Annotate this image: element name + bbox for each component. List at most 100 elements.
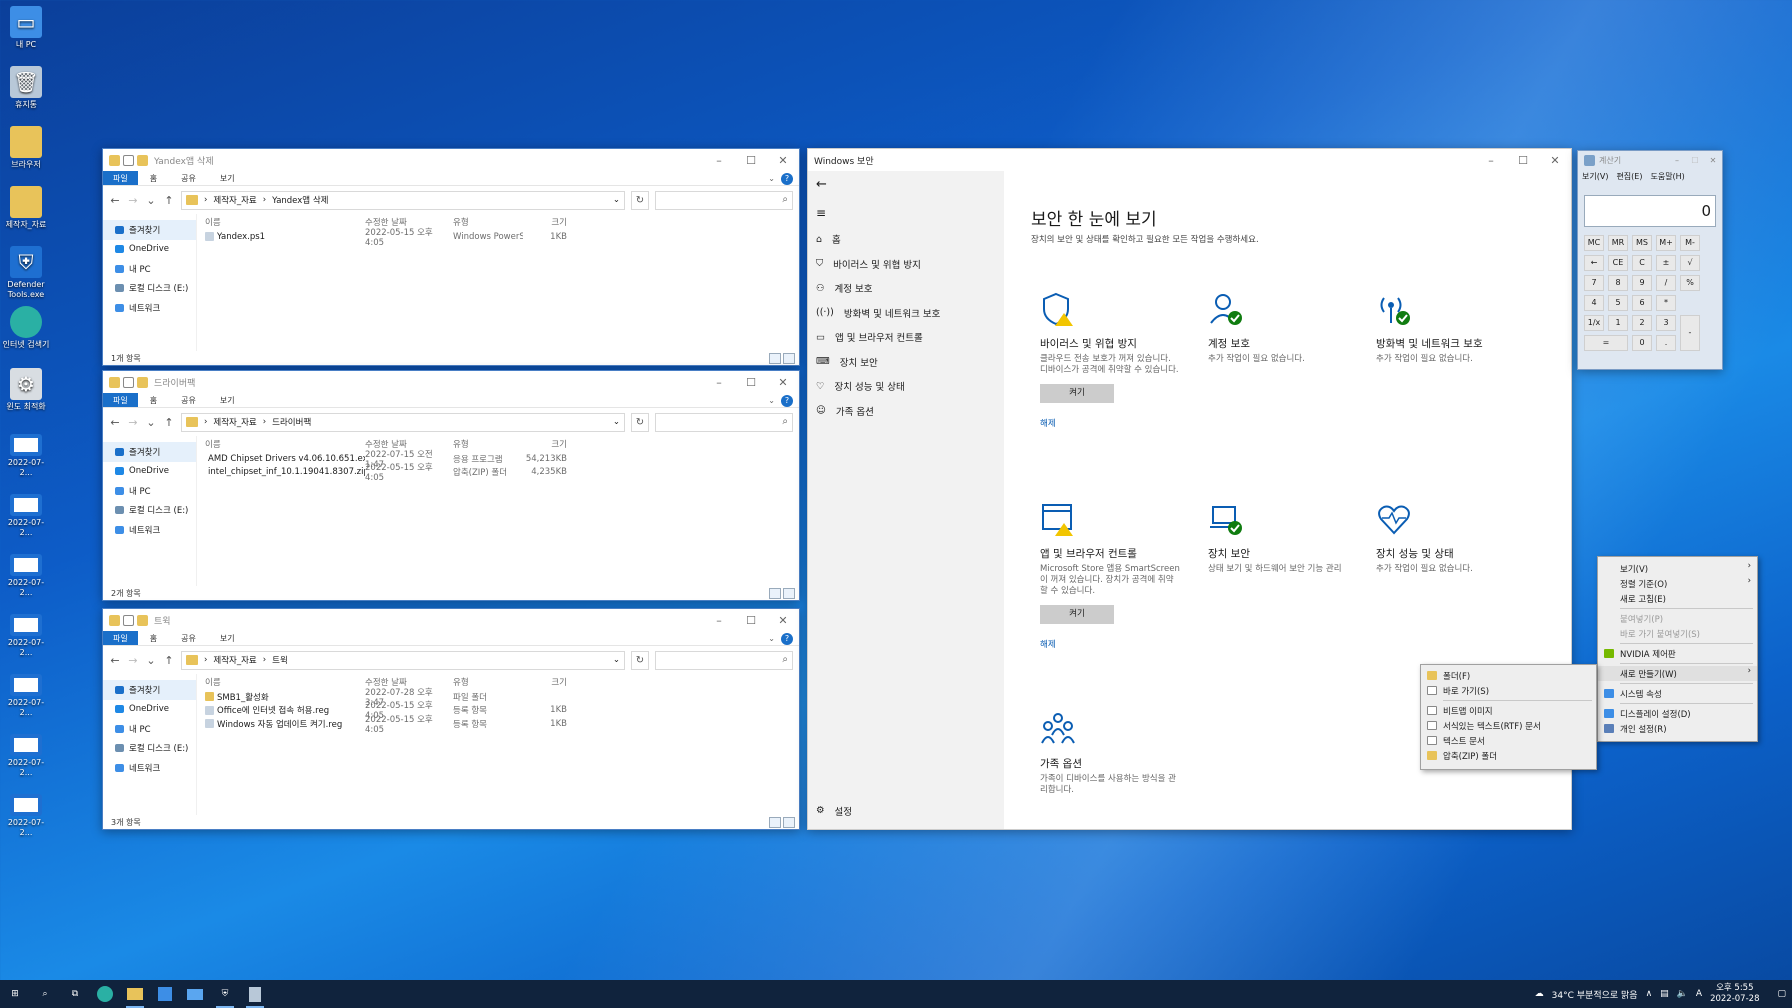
breadcrumb-item[interactable]: Yandex앱 삭제 bbox=[272, 194, 328, 206]
submenu-item-shortcut[interactable]: 바로 가기(S) bbox=[1421, 683, 1596, 698]
menu-item-nvidia[interactable]: NVIDIA 제어판 bbox=[1598, 646, 1757, 661]
help-icon[interactable]: ? bbox=[781, 633, 793, 645]
menu-item-personalize[interactable]: 개인 설정(R) bbox=[1598, 721, 1757, 736]
sec-nav-family[interactable]: ☺ 가족 옵션 bbox=[808, 399, 1004, 424]
breadcrumb-item[interactable]: 제작자_자료 bbox=[213, 194, 256, 206]
calculator-key[interactable]: C bbox=[1632, 255, 1652, 271]
taskbar-calculator[interactable] bbox=[240, 980, 270, 1008]
nav-network[interactable]: 네트워크 bbox=[103, 520, 196, 540]
new-folder-icon[interactable] bbox=[137, 376, 148, 388]
taskbar-mail[interactable] bbox=[180, 980, 210, 1008]
calculator-key[interactable]: 1 bbox=[1608, 315, 1628, 331]
calculator-key[interactable]: MR bbox=[1608, 235, 1628, 251]
calculator-key[interactable]: . bbox=[1656, 335, 1676, 351]
address-dropdown-icon[interactable]: ⌄ bbox=[613, 195, 624, 205]
desktop-icon-capture-1[interactable]: 2022-07-2... bbox=[2, 434, 50, 478]
sec-nav-app-browser[interactable]: ▭ 앱 및 브라우저 컨트롤 bbox=[808, 325, 1004, 350]
card-account[interactable]: 계정 보호 추가 작업이 필요 없습니다. bbox=[1208, 291, 1348, 461]
calculator-key[interactable]: 7 bbox=[1584, 275, 1604, 291]
menu-item-system-properties[interactable]: 시스템 속성 bbox=[1598, 686, 1757, 701]
maximize-button[interactable]: ☐ bbox=[735, 614, 767, 627]
ribbon-tab-file[interactable]: 파일 bbox=[103, 171, 138, 185]
nav-local-disk-e[interactable]: 로컬 디스크 (E:) bbox=[103, 279, 196, 299]
ribbon-tab-home[interactable]: 홈 bbox=[138, 631, 169, 645]
calculator-key[interactable]: 9 bbox=[1632, 275, 1652, 291]
details-view-icon[interactable] bbox=[769, 588, 781, 599]
desktop-icon-defender-tools[interactable]: ⛨ Defender Tools.exe bbox=[2, 246, 50, 300]
turn-on-button[interactable]: 켜기 bbox=[1040, 605, 1114, 624]
explorer-titlebar[interactable]: 드라이버팩 – ☐ ✕ bbox=[103, 371, 799, 393]
menu-item-refresh[interactable]: 새로 고침(E) bbox=[1598, 591, 1757, 606]
menu-item-display-settings[interactable]: 디스플레이 설정(D) bbox=[1598, 706, 1757, 721]
card-device-security[interactable]: 장치 보안 상태 보기 및 하드웨어 보안 기능 관리 bbox=[1208, 501, 1348, 671]
nav-quick-access[interactable]: 즐겨찾기 bbox=[103, 680, 196, 700]
recent-chevron-icon[interactable]: ⌄ bbox=[145, 416, 157, 429]
calculator-key[interactable]: CE bbox=[1608, 255, 1628, 271]
taskbar-file-explorer[interactable] bbox=[120, 980, 150, 1008]
properties-icon[interactable] bbox=[123, 376, 134, 388]
card-performance[interactable]: 장치 성능 및 상태 추가 작업이 필요 없습니다. bbox=[1376, 501, 1516, 671]
taskbar-store[interactable] bbox=[150, 980, 180, 1008]
large-icons-view-icon[interactable] bbox=[783, 817, 795, 828]
close-button[interactable]: ✕ bbox=[1539, 154, 1571, 167]
calculator-key[interactable]: M- bbox=[1680, 235, 1700, 251]
calculator-key[interactable]: * bbox=[1656, 295, 1676, 311]
sec-nav-settings[interactable]: ⚙ 설정 bbox=[808, 799, 852, 824]
menu-item-sort[interactable]: 정렬 기준(O) › bbox=[1598, 576, 1757, 591]
column-header[interactable]: 크기 bbox=[523, 216, 567, 228]
nav-this-pc[interactable]: 내 PC bbox=[103, 481, 196, 501]
explorer-window-tweak[interactable]: 트윅 – ☐ ✕ 파일 홈 공유 보기 ⌄? ← → ⌄ ↑ › 제작자_자료 › 트윅 ⌄ ↻ ⌕ 즐겨찾기 OneDr… bbox=[102, 608, 800, 830]
large-icons-view-icon[interactable] bbox=[783, 588, 795, 599]
menu-item-new[interactable]: 새로 만들기(W) › bbox=[1598, 666, 1757, 681]
submenu-item-text[interactable]: 텍스트 문서 bbox=[1421, 733, 1596, 748]
submenu-item-bitmap[interactable]: 비트맵 이미지 bbox=[1421, 703, 1596, 718]
security-titlebar[interactable]: Windows 보안 – ☐ ✕ bbox=[808, 149, 1571, 171]
calculator-key[interactable]: 8 bbox=[1608, 275, 1628, 291]
dismiss-link[interactable]: 해제 bbox=[1040, 638, 1180, 650]
ribbon-tab-share[interactable]: 공유 bbox=[169, 171, 208, 185]
desktop-icon-capture-7[interactable]: 2022-07-2... bbox=[2, 794, 50, 838]
taskbar-edge[interactable] bbox=[90, 980, 120, 1008]
column-header[interactable]: 유형 bbox=[453, 216, 523, 228]
desktop-icon-author-data[interactable]: 제작자_자료 bbox=[2, 186, 50, 230]
desktop-icon-recycle-bin[interactable]: 🗑 휴지통 bbox=[2, 66, 50, 110]
maximize-button[interactable]: ☐ bbox=[1507, 154, 1539, 167]
ribbon-tab-home[interactable]: 홈 bbox=[138, 171, 169, 185]
ribbon-tab-share[interactable]: 공유 bbox=[169, 393, 208, 407]
search-input[interactable]: ⌕ bbox=[655, 650, 793, 670]
calculator-key[interactable]: = bbox=[1584, 335, 1628, 351]
sec-nav-virus[interactable]: ⛉ 바이러스 및 위협 방지 bbox=[808, 252, 1004, 277]
ribbon-tab-home[interactable]: 홈 bbox=[138, 393, 169, 407]
table-row[interactable]: AMD Chipset Drivers v4.06.10.651.exe 2022… bbox=[197, 450, 799, 470]
desktop-icon-edge[interactable]: 인터넷 검색기 bbox=[2, 306, 50, 350]
calculator-key[interactable]: √ bbox=[1680, 255, 1700, 271]
card-app-browser[interactable]: 앱 및 브라우저 컨트롤 Microsoft Store 앱용 SmartScr… bbox=[1040, 501, 1180, 671]
ribbon-expand-chevron-icon[interactable]: ⌄ bbox=[768, 631, 775, 645]
address-bar[interactable]: › 제작자_자료 › Yandex앱 삭제 ⌄ bbox=[181, 190, 625, 210]
back-arrow-icon[interactable]: ← bbox=[109, 416, 121, 429]
nav-this-pc[interactable]: 내 PC bbox=[103, 259, 196, 279]
card-family[interactable]: 가족 옵션 가족이 디바이스를 사용하는 방식을 관리합니다. bbox=[1040, 711, 1180, 829]
details-view-icon[interactable] bbox=[769, 353, 781, 364]
nav-quick-access[interactable]: 즐겨찾기 bbox=[103, 220, 196, 240]
properties-icon[interactable] bbox=[123, 154, 134, 166]
nav-local-disk-e[interactable]: 로컬 디스크 (E:) bbox=[103, 739, 196, 759]
calculator-key[interactable]: 6 bbox=[1632, 295, 1652, 311]
explorer-window-yandex[interactable]: Yandex앱 삭제 – ☐ ✕ 파일 홈 공유 보기 ⌄? ← → ⌄ ↑ › 제작자_자료 › Yandex… bbox=[102, 148, 800, 366]
ribbon-expand-chevron-icon[interactable]: ⌄ bbox=[768, 393, 775, 407]
column-header[interactable]: 이름 bbox=[205, 438, 365, 450]
forward-arrow-icon[interactable]: → bbox=[127, 194, 139, 207]
explorer-window-driverpack[interactable]: 드라이버팩 – ☐ ✕ 파일 홈 공유 보기 ⌄? ← → ⌄ ↑ › 제작자_자료 › 드라이버팩 ⌄ ↻ ⌕ 즐겨찾… bbox=[102, 370, 800, 601]
calculator-key[interactable]: 1/x bbox=[1584, 315, 1604, 331]
table-row[interactable]: Yandex.ps1 2022-05-15 오후 4:05 Windows Powe… bbox=[197, 228, 799, 248]
address-bar[interactable]: › 제작자_자료 › 드라이버팩 ⌄ bbox=[181, 412, 625, 432]
calculator-key[interactable]: MC bbox=[1584, 235, 1604, 251]
sec-nav-account[interactable]: ⚇ 계정 보호 bbox=[808, 276, 1004, 301]
back-arrow-icon[interactable]: ← bbox=[109, 194, 121, 207]
minimize-button[interactable]: – bbox=[703, 614, 735, 627]
refresh-icon[interactable]: ↻ bbox=[631, 190, 649, 210]
sec-nav-device-security[interactable]: ⌨ 장치 보안 bbox=[808, 350, 1004, 375]
weather-text[interactable]: 34°C 부분적으로 맑음 bbox=[1552, 988, 1638, 1001]
close-button[interactable]: ✕ bbox=[767, 376, 799, 389]
search-input[interactable]: ⌕ bbox=[655, 412, 793, 432]
